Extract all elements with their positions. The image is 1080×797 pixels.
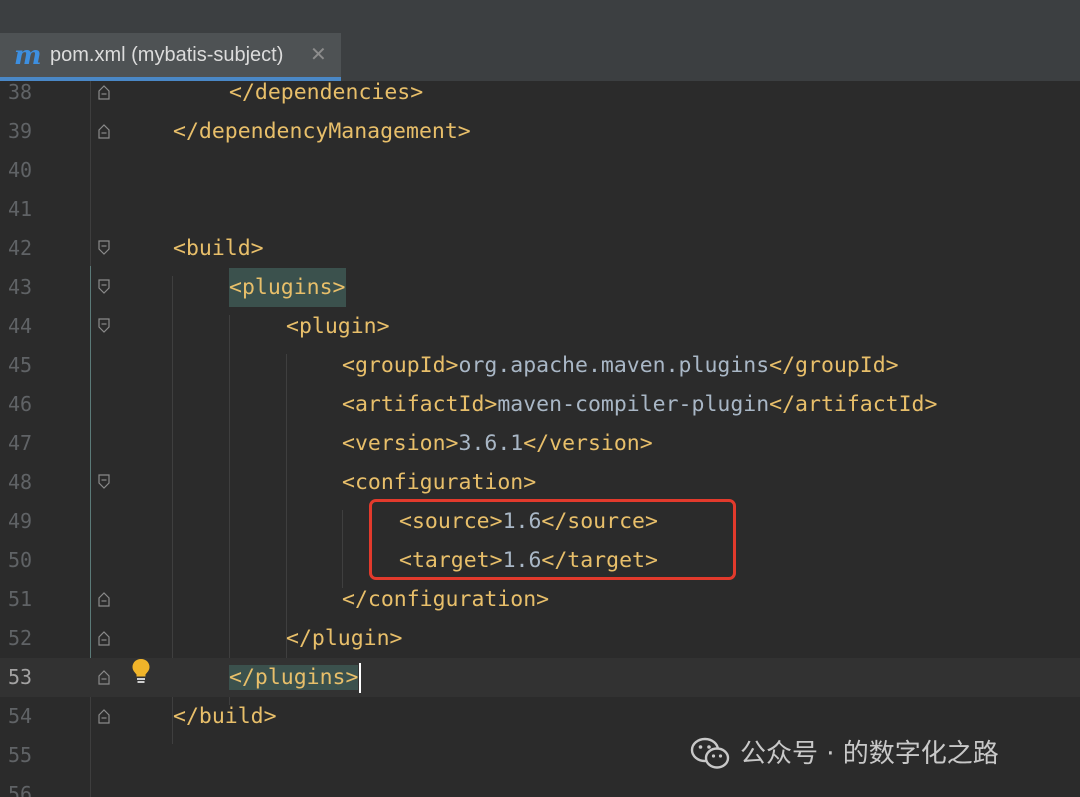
line-number: 46 [8, 392, 33, 416]
code-line: 52 </plugin> [0, 619, 1080, 658]
matched-tag-highlight: <plugins> [229, 268, 346, 307]
line-number: 47 [8, 431, 33, 455]
fold-end-icon[interactable] [97, 669, 111, 685]
fold-end-icon[interactable] [97, 591, 111, 607]
watermark-text: 公众号 · 的数字化之路 [740, 739, 999, 769]
code-line: 46 <artifactId>maven-compiler-plugin</ar… [0, 385, 1080, 424]
code-line: 54 </build> [0, 697, 1080, 736]
code-text: </dependencies> [229, 81, 424, 105]
lightbulb-icon[interactable] [130, 657, 152, 685]
line-number: 55 [8, 743, 33, 767]
line-number: 42 [8, 236, 33, 260]
code-line: 39 </dependencyManagement> [0, 112, 1080, 151]
maven-icon: m [14, 41, 42, 71]
code-line-current: 53 </plugins> [0, 658, 1080, 697]
code-line: 44 <plugin> [0, 307, 1080, 346]
line-number: 49 [8, 509, 33, 533]
code-text: <artifactId>maven-compiler-plugin</artif… [342, 392, 938, 417]
matched-tag-highlight: </plugins> [229, 665, 359, 690]
window-top-bar [0, 0, 1080, 34]
close-icon[interactable]: ✕ [310, 42, 327, 66]
fold-start-icon[interactable] [97, 474, 111, 490]
code-line: 56 [0, 775, 1080, 797]
code-line: 40 [0, 151, 1080, 190]
code-text: <version>3.6.1</version> [342, 431, 653, 456]
code-text: <plugin> [286, 314, 390, 339]
line-number: 40 [8, 158, 33, 182]
code-line: 41 [0, 190, 1080, 229]
line-number: 56 [8, 782, 33, 797]
line-number: 53 [8, 665, 33, 689]
code-text: <groupId>org.apache.maven.plugins</group… [342, 353, 899, 378]
fold-start-icon[interactable] [97, 318, 111, 334]
line-number: 45 [8, 353, 33, 377]
annotation-highlight-box [369, 499, 736, 580]
code-text: </configuration> [342, 587, 550, 612]
line-number: 43 [8, 275, 33, 299]
code-text: <configuration> [342, 470, 537, 495]
code-line: 45 <groupId>org.apache.maven.plugins</gr… [0, 346, 1080, 385]
text-caret [359, 663, 362, 693]
fold-end-icon[interactable] [97, 84, 111, 100]
code-text: </plugins> [229, 658, 362, 697]
code-text: </build> [173, 704, 277, 729]
line-number: 50 [8, 548, 33, 572]
code-line: 38 </dependencies> [0, 81, 1080, 112]
line-number: 44 [8, 314, 33, 338]
code-text: </plugin> [286, 626, 403, 651]
fold-end-icon[interactable] [97, 123, 111, 139]
fold-start-icon[interactable] [97, 240, 111, 256]
line-number: 51 [8, 587, 33, 611]
line-number: 54 [8, 704, 33, 728]
line-number: 38 [8, 81, 33, 104]
code-editor[interactable]: 38 </dependencies> 39 </dependencyManage… [0, 81, 1080, 797]
line-number: 39 [8, 119, 33, 143]
fold-end-icon[interactable] [97, 630, 111, 646]
line-number: 52 [8, 626, 33, 650]
code-line: 43 <plugins> [0, 268, 1080, 307]
code-line: 47 <version>3.6.1</version> [0, 424, 1080, 463]
tab-label: pom.xml (mybatis-subject) [50, 44, 284, 66]
line-number: 48 [8, 470, 33, 494]
code-text: <build> [173, 236, 264, 261]
code-text: </dependencyManagement> [173, 119, 471, 144]
fold-end-icon[interactable] [97, 708, 111, 724]
code-line: 42 <build> [0, 229, 1080, 268]
wechat-icon [690, 737, 732, 771]
editor-tab-bar: m pom.xml (mybatis-subject) ✕ [0, 33, 1080, 81]
code-line: 51 </configuration> [0, 580, 1080, 619]
line-number: 41 [8, 197, 33, 221]
code-line: 48 <configuration> [0, 463, 1080, 502]
fold-start-icon[interactable] [97, 279, 111, 295]
tab-pom-xml[interactable]: m pom.xml (mybatis-subject) ✕ [0, 33, 341, 81]
